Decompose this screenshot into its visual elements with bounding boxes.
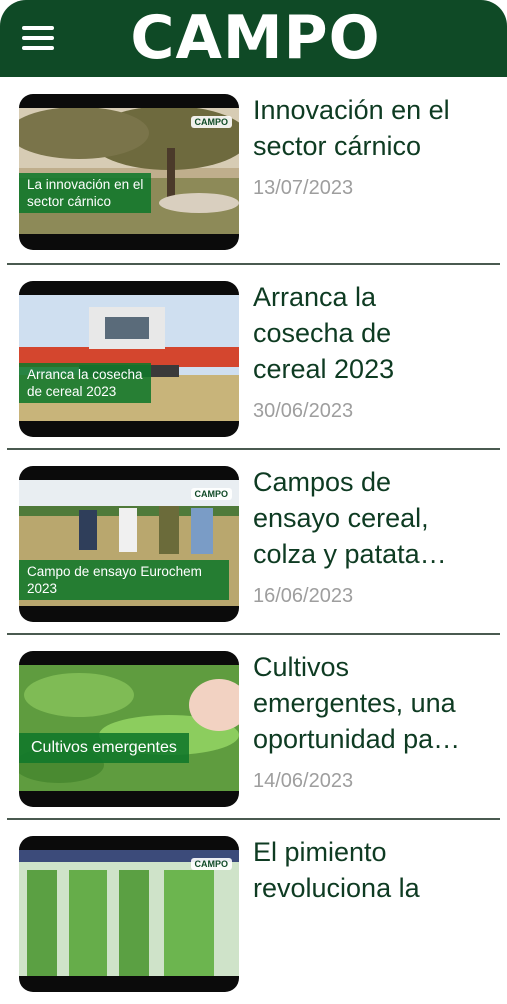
article-card[interactable]: Cultivos emergentes Cultivos emergentes,… <box>0 634 507 819</box>
thumbnail-brand-logo: CAMPO <box>190 488 232 500</box>
article-thumbnail[interactable]: Arranca la cosecha de cereal 2023 <box>19 281 239 437</box>
thumbnail-image: CAMPO <box>19 850 239 976</box>
thumbnail-image: Cultivos emergentes <box>19 665 239 791</box>
article-card[interactable]: Arranca la cosecha de cereal 2023 Arranc… <box>0 264 507 449</box>
thumbnail-image: CAMPO Campo de ensayo Eurochem 2023 <box>19 480 239 606</box>
article-card[interactable]: CAMPO La innovación en el sector cárnico… <box>0 77 507 262</box>
article-thumbnail[interactable]: CAMPO La innovación en el sector cárnico <box>19 94 239 250</box>
thumbnail-brand-logo: CAMPO <box>190 858 232 870</box>
article-title[interactable]: El pimiento revoluciona la <box>253 834 498 906</box>
article-thumbnail[interactable]: CAMPO <box>19 836 239 992</box>
thumbnail-image: Arranca la cosecha de cereal 2023 <box>19 295 239 421</box>
article-title[interactable]: Campos de ensayo cereal, colza y patata… <box>253 464 498 572</box>
article-date: 14/06/2023 <box>253 770 354 792</box>
thumbnail-caption: Cultivos emergentes <box>19 733 189 763</box>
article-date: 13/07/2023 <box>253 177 354 199</box>
article-title[interactable]: Innovación en el sector cárnico <box>253 92 498 164</box>
app-header: CAMPO <box>0 0 507 77</box>
article-card[interactable]: CAMPO Campo de ensayo Eurochem 2023 Camp… <box>0 449 507 634</box>
article-title[interactable]: Cultivos emergentes, una oportunidad pa… <box>253 649 498 757</box>
hamburger-menu-icon[interactable] <box>22 24 56 52</box>
article-date: 16/06/2023 <box>253 585 354 607</box>
thumbnail-caption: La innovación en el sector cárnico <box>19 173 152 213</box>
thumbnail-image: CAMPO La innovación en el sector cárnico <box>19 108 239 234</box>
article-date: 30/06/2023 <box>253 400 354 422</box>
article-card[interactable]: CAMPO El pimiento revoluciona la <box>0 819 507 1004</box>
article-thumbnail[interactable]: CAMPO Campo de ensayo Eurochem 2023 <box>19 466 239 622</box>
article-thumbnail[interactable]: Cultivos emergentes <box>19 651 239 807</box>
thumbnail-brand-logo: CAMPO <box>190 116 232 128</box>
app-logo: CAMPO <box>130 3 381 73</box>
article-title[interactable]: Arranca la cosecha de cereal 2023 <box>253 279 498 387</box>
thumbnail-caption: Arranca la cosecha de cereal 2023 <box>19 363 151 403</box>
thumbnail-caption: Campo de ensayo Eurochem 2023 <box>19 560 229 600</box>
